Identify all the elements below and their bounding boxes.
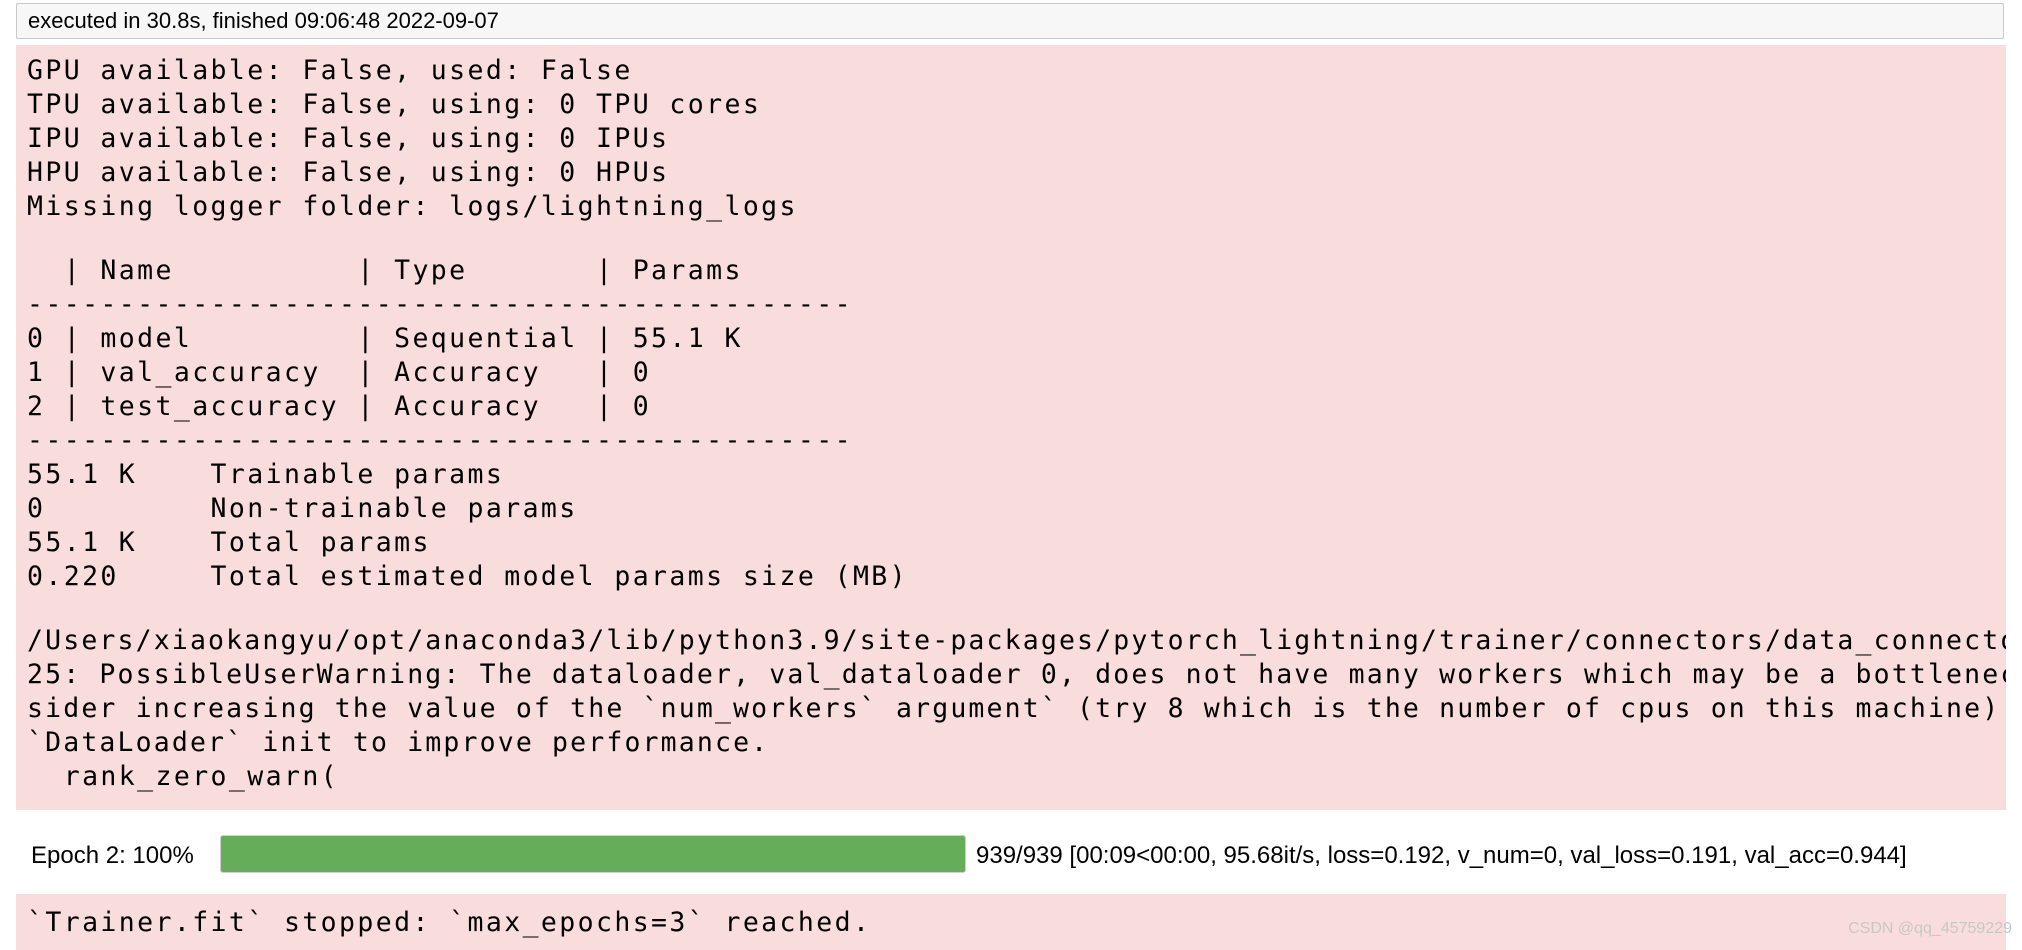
warning-line-path: /Users/xiaokangyu/opt/anaconda3/lib/pyth… bbox=[27, 625, 2006, 656]
summary-table-row-model: 0 | model | Sequential | 55.1 K bbox=[27, 323, 743, 354]
training-progress-row: Epoch 2: 100% 939/939 [00:09<00:00, 95.6… bbox=[16, 830, 2006, 880]
log-line-missing-logger: Missing logger folder: logs/lightning_lo… bbox=[27, 191, 798, 222]
param-count-non-trainable: 0 Non-trainable params bbox=[27, 493, 578, 524]
warning-line-rank-zero-warn: rank_zero_warn( bbox=[27, 761, 340, 792]
summary-table-row-test-accuracy: 2 | test_accuracy | Accuracy | 0 bbox=[27, 391, 652, 422]
stderr-output-block: GPU available: False, used: False TPU av… bbox=[16, 45, 2006, 810]
log-line-gpu: GPU available: False, used: False bbox=[27, 55, 633, 86]
log-line-hpu: HPU available: False, using: 0 HPUs bbox=[27, 157, 670, 188]
warning-line-dataloader: `DataLoader` init to improve performance… bbox=[27, 727, 770, 758]
summary-table-divider: ----------------------------------------… bbox=[27, 425, 853, 456]
trainer-stopped-message: `Trainer.fit` stopped: `max_epochs=3` re… bbox=[27, 907, 872, 938]
param-count-total: 55.1 K Total params bbox=[27, 527, 431, 558]
progress-bar-fill bbox=[221, 836, 965, 872]
summary-table-row-val-accuracy: 1 | val_accuracy | Accuracy | 0 bbox=[27, 357, 652, 388]
log-line-tpu: TPU available: False, using: 0 TPU cores bbox=[27, 89, 762, 120]
progress-bar bbox=[220, 835, 966, 873]
summary-table-divider: ----------------------------------------… bbox=[27, 289, 853, 320]
log-line-ipu: IPU available: False, using: 0 IPUs bbox=[27, 123, 670, 154]
warning-line-suggestion: sider increasing the value of the `num_w… bbox=[27, 693, 2006, 724]
param-count-trainable: 55.1 K Trainable params bbox=[27, 459, 505, 490]
stderr-final-block: `Trainer.fit` stopped: `max_epochs=3` re… bbox=[16, 894, 2006, 950]
summary-table-header: | Name | Type | Params bbox=[27, 255, 743, 286]
notebook-output-cell: executed in 30.8s, finished 09:06:48 202… bbox=[0, 0, 2022, 950]
progress-stats: 939/939 [00:09<00:00, 95.68it/s, loss=0.… bbox=[976, 842, 1907, 869]
execution-time-banner: executed in 30.8s, finished 09:06:48 202… bbox=[16, 3, 2004, 39]
log-blank-line bbox=[27, 594, 2006, 624]
warning-line-message: 25: PossibleUserWarning: The dataloader,… bbox=[27, 659, 2006, 690]
log-blank-line bbox=[27, 224, 2006, 254]
progress-label: Epoch 2: 100% bbox=[31, 842, 194, 869]
param-size-estimate: 0.220 Total estimated model params size … bbox=[27, 561, 909, 592]
watermark: CSDN @qq_45759229 bbox=[1848, 920, 2012, 937]
